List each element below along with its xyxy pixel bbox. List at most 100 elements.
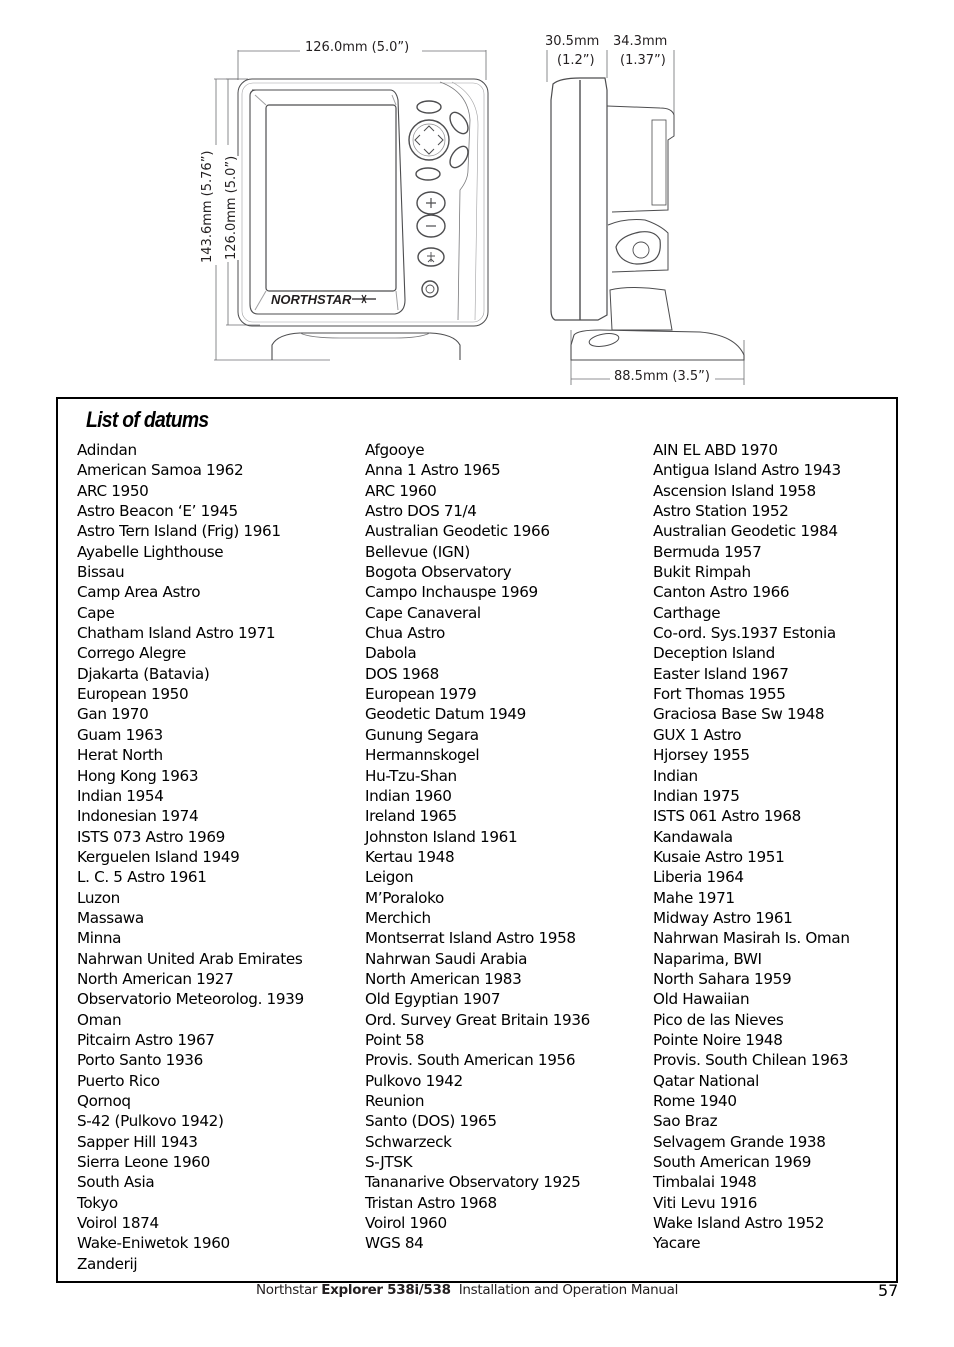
front-view-device [237,78,489,360]
datum-item: Qornoq [77,1092,131,1110]
datum-item: Viti Levu 1916 [653,1193,758,1212]
datum-item: European 1979 [365,685,477,704]
datum-item: American Samoa 1962 [77,461,244,480]
datum-item: Canton Astro 1966 [653,583,790,602]
datum-item: Voirol 1874 [77,1214,159,1233]
datum-item: Kandawala [653,827,733,846]
datum-item: Hjorsey 1955 [653,746,750,765]
datum-item: ISTS 073 Astro 1969 [77,827,225,846]
datum-item: ARC 1960 [365,481,437,500]
power-button-shape [421,280,439,298]
datum-item: Fort Thomas 1955 [653,685,786,704]
datum-item: Selvagem Grande 1938 [653,1132,826,1151]
side-rear-depth-in-label: (1.37”) [620,53,666,68]
datums-column-3: AIN EL ABD 1970 Antigua Island Astro 1943… [653,440,850,1254]
datum-item: Bellevue (IGN) [365,542,470,561]
datum-item: Sao Braz [653,1112,718,1131]
datum-item: DOS 1968 [365,664,439,683]
datum-item: Old Hawaiian [653,990,750,1009]
footer-brand: Northstar [256,1282,318,1298]
datum-item: Tokyo [77,1193,118,1212]
datum-item: Indian 1954 [77,786,164,805]
datum-item: South Asia [77,1173,155,1192]
datum-item: Hu-Tzu-Shan [365,766,457,785]
datum-item: Wake Island Astro 1952 [653,1214,825,1233]
datum-item: Astro Station 1952 [653,502,789,521]
datum-item: Cape Canaveral [365,603,481,622]
datum-item: Nahrwan Saudi Arabia [365,949,528,968]
datum-item: Naparima, BWI [653,949,762,968]
datum-item: Zanderij [77,1254,138,1273]
datum-item: GUX 1 Astro [653,725,742,744]
datum-item: Chatham Island Astro 1971 [77,624,276,643]
datum-item: Antigua Island Astro 1943 [653,461,841,480]
datum-item: Djakarta (Batavia) [77,664,210,683]
side-stand-base [570,329,745,361]
side-housing [550,77,608,321]
front-stand [271,332,461,360]
datums-panel: List of datums Adindan American Samoa 196… [56,397,898,1283]
datum-item: Anna 1 Astro 1965 [365,461,501,480]
datum-item: Bermuda 1957 [653,542,762,561]
side-rear-depth-mm-label: 34.3mm [613,34,668,49]
datum-item: Voirol 1960 [365,1214,447,1233]
datum-item: Australian Geodetic 1984 [653,522,838,541]
datum-item: Santo (DOS) 1965 [365,1112,497,1131]
side-front-depth-mm-label: 30.5mm [545,34,600,49]
datum-item: Herat North [77,746,163,765]
datum-item: European 1950 [77,685,189,704]
datum-item: Pointe Noire 1948 [653,1030,783,1049]
device-bezel [249,89,406,315]
datum-item: Minna [77,929,122,948]
datum-item: ISTS 061 Astro 1968 [653,807,801,826]
datum-item: Gunung Segara [365,725,479,744]
datum-item: Rome 1940 [653,1092,737,1110]
datums-title: List of datums [86,407,209,432]
datum-item: Reunion [365,1092,425,1110]
datum-item: Provis. South American 1956 [365,1051,576,1070]
datum-item: Porto Santo 1936 [77,1051,203,1070]
datum-item: Pico de las Nieves [653,1010,784,1029]
datums-column-2: Afgooye Anna 1 Astro 1965 ARC 1960 Astro DO… [365,440,590,1254]
datum-item: South American 1969 [653,1153,812,1172]
front-total-height-label: 143.6mm (5.76”) [200,150,215,263]
footer-product: Explorer 538i/538 [321,1282,451,1298]
datum-item: Indian 1960 [365,786,452,805]
datum-item: Adindan [77,441,137,459]
datums-column-1: Adindan American Samoa 1962 ARC 1950 Astro … [77,440,304,1274]
datum-item: Gan 1970 [77,705,149,724]
datum-item: Leigon [365,868,414,887]
datum-item: Ord. Survey Great Britain 1936 [365,1010,590,1029]
datum-item: Tananarive Observatory 1925 [365,1173,581,1192]
datum-item: Ireland 1965 [365,807,457,826]
datum-item: Wake-Eniwetok 1960 [77,1234,230,1253]
datum-item: Provis. South Chilean 1963 [653,1051,849,1070]
datum-item: Kusaie Astro 1951 [653,847,785,866]
datum-item: Puerto Rico [77,1071,160,1090]
datum-item: Bukit Rimpah [653,563,751,582]
tilt-knob [615,231,661,265]
datum-item: Ayabelle Lighthouse [77,542,224,561]
datum-item: Chua Astro [365,624,445,643]
datum-item: Astro Beacon ‘E’ 1945 [77,502,238,521]
datum-item: Schwarzeck [365,1132,452,1151]
datum-item: Yacare [653,1234,701,1253]
datum-item: L. C. 5 Astro 1961 [77,868,207,887]
datum-item: Cape [77,603,115,622]
datum-item: Merchich [365,908,431,927]
datum-item: Sapper Hill 1943 [77,1132,198,1151]
datum-item: Easter Island 1967 [653,664,789,683]
datum-item: Indian [653,766,698,785]
datum-item: Guam 1963 [77,725,163,744]
footer-manual-title: Installation and Operation Manual [458,1282,679,1298]
datum-item: Kertau 1948 [365,847,455,866]
datum-item: ARC 1950 [77,481,149,500]
page-number: 57 [878,1281,899,1300]
datum-item: North American 1927 [77,969,234,988]
datum-item: Sierra Leone 1960 [77,1153,210,1172]
datum-item: WGS 84 [365,1234,424,1253]
datum-item: Nahrwan Masirah Is. Oman [653,929,850,948]
datum-item: Indonesian 1974 [77,807,199,826]
northstar-star-icon [352,294,376,304]
datum-item: Kerguelen Island 1949 [77,847,240,866]
